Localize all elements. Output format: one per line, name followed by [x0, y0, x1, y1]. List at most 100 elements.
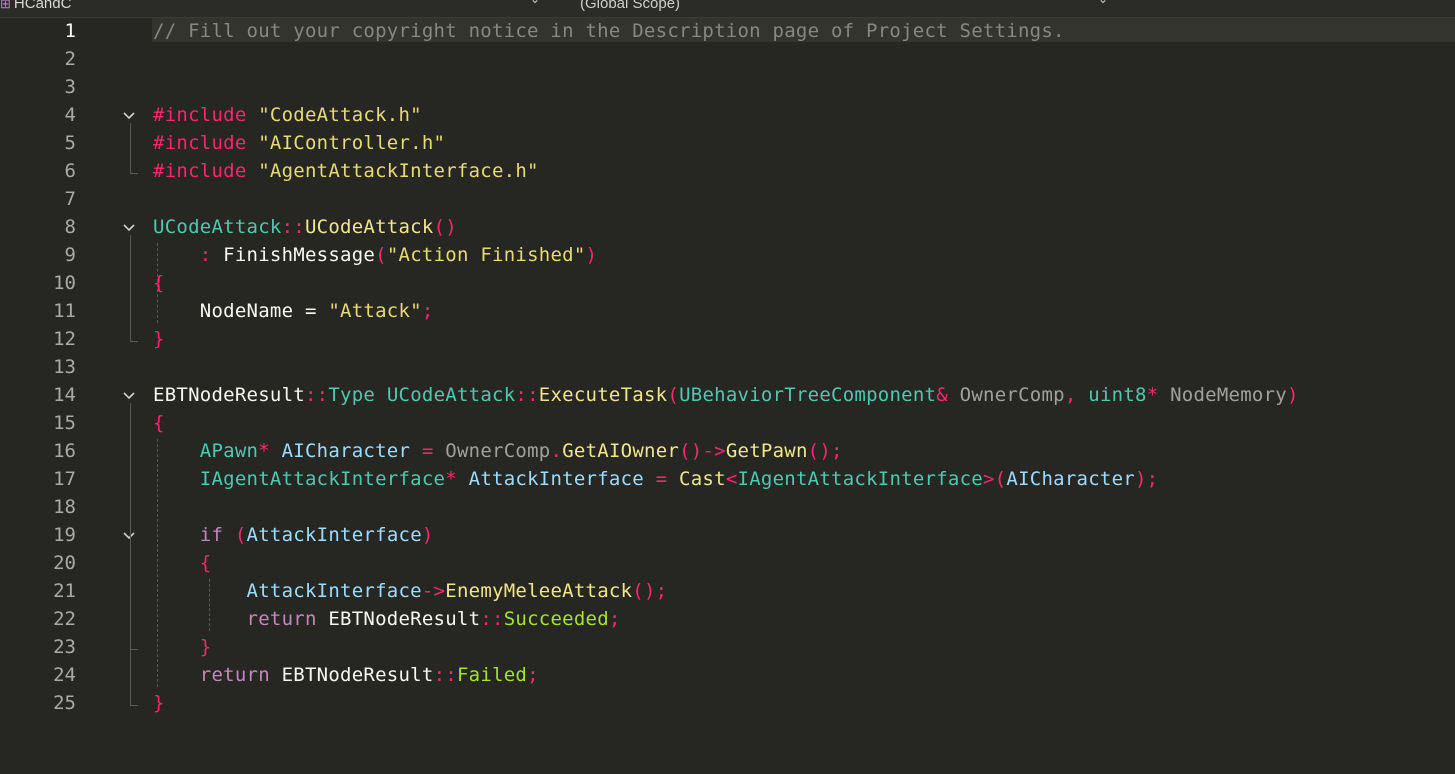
navigation-bar: ⊞ HCandC ⌄ (Global Scope) ⌄ — [0, 0, 1455, 18]
code-token: "CodeAttack.h" — [258, 104, 422, 126]
chevron-down-icon[interactable] — [122, 108, 136, 122]
code-token: EBTNodeResult — [328, 608, 481, 630]
code-line[interactable]: 18 — [0, 493, 1455, 521]
code-line[interactable]: 20 { — [0, 549, 1455, 577]
code-token: () — [433, 216, 457, 238]
code-text: return EBTNodeResult::Succeeded; — [153, 605, 621, 633]
code-line[interactable]: 21 AttackInterface->EnemyMeleeAttack(); — [0, 577, 1455, 605]
code-text: NodeName = "Attack"; — [153, 297, 434, 325]
code-text: { — [153, 409, 165, 437]
scope-dropdown[interactable]: (Global Scope) — [580, 0, 680, 12]
line-number: 23 — [53, 636, 76, 658]
code-line[interactable]: 1 // Fill out your copyright notice in th… — [0, 17, 1455, 45]
code-line[interactable]: 22 return EBTNodeResult::Succeeded; — [0, 605, 1455, 633]
code-token: #include — [153, 160, 259, 182]
code-line[interactable]: 11 NodeName = "Attack"; — [0, 297, 1455, 325]
code-token: , — [1064, 384, 1089, 406]
code-token: UCodeAttack — [153, 216, 282, 238]
line-number: 12 — [53, 328, 76, 350]
code-token: ; — [527, 664, 539, 686]
chevron-down-icon[interactable] — [122, 388, 136, 402]
code-text: return EBTNodeResult::Failed; — [153, 661, 539, 689]
line-number: 6 — [64, 160, 76, 182]
code-token: < — [725, 468, 738, 490]
code-line[interactable]: 8 UCodeAttack::UCodeAttack() — [0, 213, 1455, 241]
fold-guide — [130, 123, 131, 173]
code-text: #include "AIController.h" — [153, 129, 445, 157]
code-token: "AIController.h" — [258, 132, 446, 154]
code-line[interactable]: 3 — [0, 73, 1455, 101]
code-line[interactable]: 23 } — [0, 633, 1455, 661]
code-token: Failed — [456, 664, 528, 686]
code-line[interactable]: 5 #include "AIController.h" — [0, 129, 1455, 157]
fold-guide-end — [130, 173, 138, 174]
code-token: :: — [304, 384, 329, 406]
code-text: : FinishMessage("Action Finished") — [153, 241, 597, 269]
code-token: ); — [1134, 468, 1159, 490]
code-token: return — [199, 664, 282, 686]
code-token: #include — [153, 104, 259, 126]
line-number: 22 — [53, 608, 76, 630]
code-token: = — [421, 440, 446, 462]
code-text: IAgentAttackInterface* AttackInterface =… — [153, 465, 1158, 493]
line-number: 19 — [53, 524, 76, 546]
fold-guide — [130, 403, 131, 705]
project-dropdown[interactable]: ⊞ HCandC — [0, 0, 71, 12]
code-token: ()-> — [679, 440, 726, 462]
code-token: EBTNodeResult — [153, 384, 305, 406]
line-number: 16 — [53, 440, 76, 462]
line-number: 20 — [53, 552, 76, 574]
code-line[interactable]: 14 EBTNodeResult::Type UCodeAttack::Execu… — [0, 381, 1455, 409]
code-token: . — [550, 440, 563, 462]
code-token: } — [199, 636, 212, 658]
code-line[interactable]: 25} — [0, 689, 1455, 717]
line-number: 8 — [64, 216, 76, 238]
code-line[interactable]: 7 — [0, 185, 1455, 213]
code-token: ) — [585, 244, 598, 266]
chevron-down-icon[interactable]: ⌄ — [1098, 0, 1108, 6]
code-editor[interactable]: 1 // Fill out your copyright notice in th… — [0, 17, 1455, 774]
code-line[interactable]: 10 { — [0, 269, 1455, 297]
code-text: if (AttackInterface) — [153, 521, 434, 549]
code-line[interactable]: 24 return EBTNodeResult::Failed; — [0, 661, 1455, 689]
indent-guide — [157, 243, 158, 323]
code-token: Succeeded — [503, 608, 609, 630]
line-number: 7 — [64, 188, 76, 210]
chevron-down-icon[interactable] — [122, 220, 136, 234]
line-number: 10 — [53, 272, 76, 294]
code-line[interactable]: 4 #include "CodeAttack.h" — [0, 101, 1455, 129]
code-line[interactable]: 2 — [0, 45, 1455, 73]
code-line[interactable]: 9 : FinishMessage("Action Finished") — [0, 241, 1455, 269]
code-token: EnemyMeleeAttack — [445, 580, 633, 602]
code-token: UCodeAttack — [386, 384, 516, 406]
code-line[interactable]: 16 APawn* AICharacter = OwnerComp.GetAIO… — [0, 437, 1455, 465]
code-token: uint8 — [1088, 384, 1147, 406]
code-token: } — [153, 692, 165, 714]
code-text: #include "AgentAttackInterface.h" — [153, 157, 539, 185]
chevron-down-icon[interactable]: ⌄ — [530, 0, 540, 6]
code-text: #include "CodeAttack.h" — [153, 101, 422, 129]
code-token: IAgentAttackInterface — [199, 468, 446, 490]
code-line[interactable]: 19 if (AttackInterface) — [0, 521, 1455, 549]
code-token: * — [445, 468, 469, 490]
code-line[interactable]: 12} — [0, 325, 1455, 353]
code-token: AICharacter — [281, 440, 422, 462]
code-token: OwnerComp — [445, 440, 551, 462]
line-number: 9 — [64, 244, 76, 266]
code-line[interactable]: 13 — [0, 353, 1455, 381]
line-number: 13 — [53, 356, 76, 378]
code-token: : — [199, 244, 224, 266]
chevron-down-icon[interactable] — [122, 528, 136, 542]
code-text: { — [153, 269, 165, 297]
code-token: AttackInterface — [468, 468, 656, 490]
code-text: } — [153, 689, 165, 717]
fold-guide — [130, 235, 131, 341]
code-token: // Fill out your copyright notice in the… — [153, 20, 1065, 42]
code-line[interactable]: 17 IAgentAttackInterface* AttackInterfac… — [0, 465, 1455, 493]
code-line[interactable]: 6 #include "AgentAttackInterface.h" — [0, 157, 1455, 185]
code-text: AttackInterface->EnemyMeleeAttack(); — [153, 577, 668, 605]
code-line[interactable]: 15 { — [0, 409, 1455, 437]
